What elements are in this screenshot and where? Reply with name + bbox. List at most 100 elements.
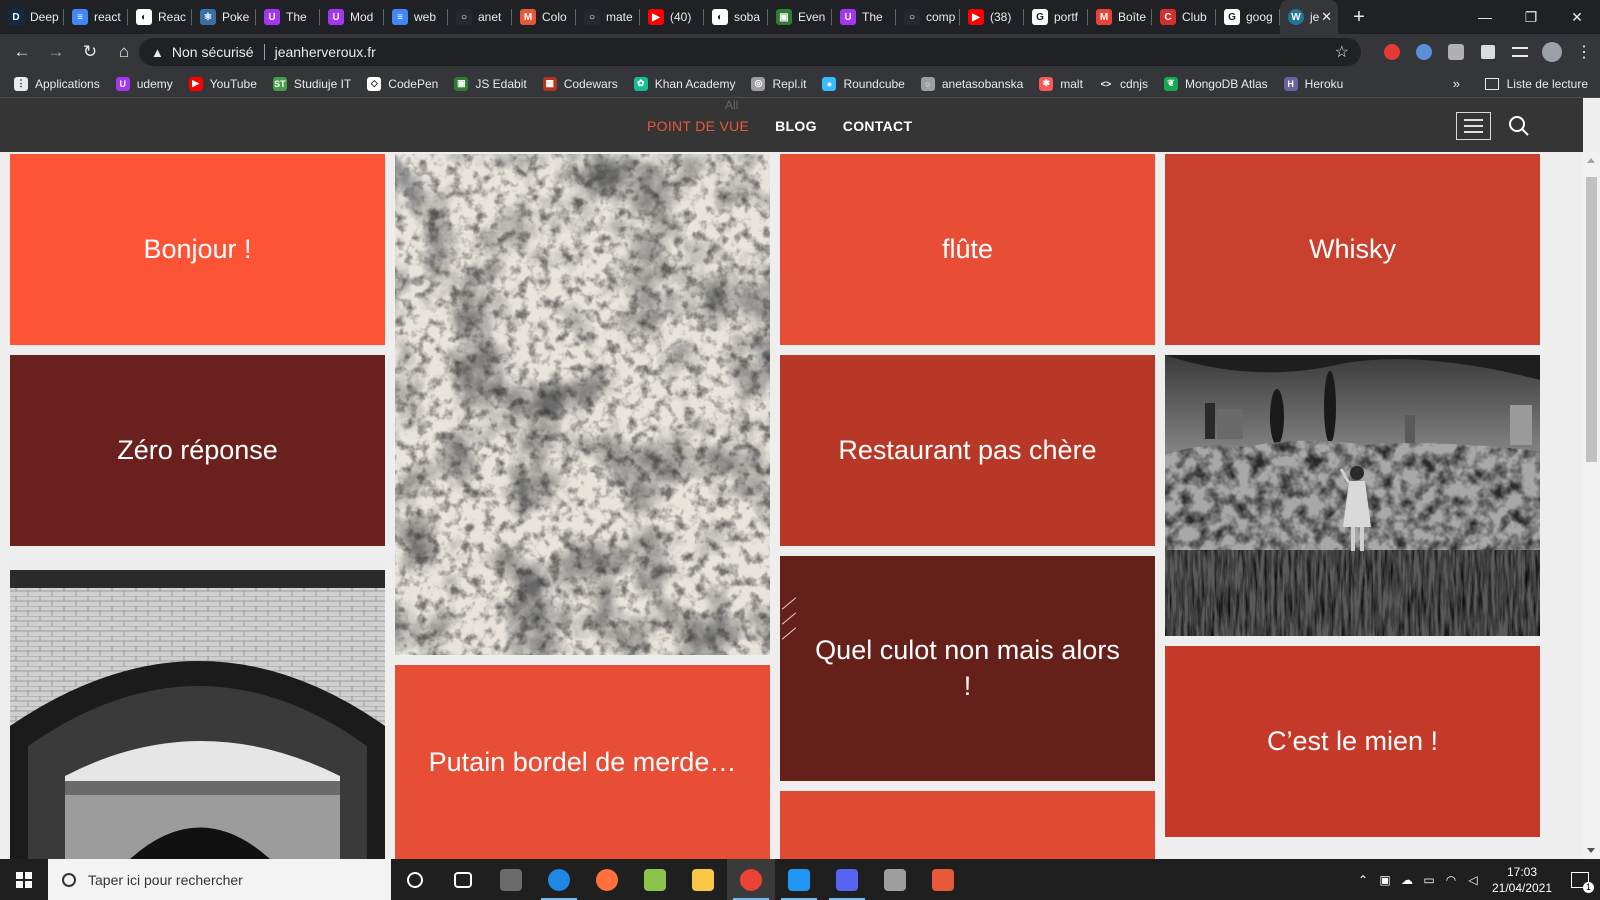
- minimize-button[interactable]: —: [1462, 0, 1508, 34]
- taskbar-search-box[interactable]: Taper ici pour rechercher: [48, 859, 391, 900]
- address-bar[interactable]: ▲ Non sécurisé jeanherveroux.fr ☆: [139, 38, 1361, 66]
- taskbar-app-chrome[interactable]: [727, 859, 775, 900]
- reading-list-button[interactable]: Liste de lecture: [1484, 77, 1588, 91]
- bookmark-item[interactable]: ◇ CodePen: [367, 76, 438, 91]
- tab[interactable]: ▶ (38): [960, 0, 1024, 34]
- taskbar-app-firefox[interactable]: [583, 859, 631, 900]
- close-window-button[interactable]: ✕: [1554, 0, 1600, 34]
- bookmark-item[interactable]: ❦ MongoDB Atlas: [1163, 76, 1268, 91]
- adblock-extension-icon[interactable]: [1376, 34, 1408, 70]
- volume-icon[interactable]: ◁: [1462, 873, 1484, 887]
- puzzle-extensions-icon[interactable]: [1472, 34, 1504, 70]
- new-tab-button[interactable]: +: [1344, 2, 1374, 32]
- battery-icon[interactable]: ▭: [1418, 873, 1440, 887]
- taskbar-app-audio[interactable]: [919, 859, 967, 900]
- tab[interactable]: ⚛ Poke: [192, 0, 256, 34]
- post-tile-restaurant[interactable]: Restaurant pas chère: [780, 355, 1155, 546]
- taskbar-app-vscode[interactable]: [775, 859, 823, 900]
- home-button[interactable]: ⌂: [108, 36, 140, 68]
- bookmark-item[interactable]: ▣ JS Edabit: [454, 76, 527, 91]
- taskbar-app-photos[interactable]: [871, 859, 919, 900]
- girl-by-wall-photo[interactable]: [1165, 355, 1540, 636]
- bookmark-item[interactable]: ST Studiuje IT: [272, 76, 351, 91]
- restore-button[interactable]: ❐: [1508, 0, 1554, 34]
- tab[interactable]: ≡ react: [64, 0, 128, 34]
- tab[interactable]: ▶ (40): [640, 0, 704, 34]
- post-tile-mien[interactable]: C’est le mien !: [1165, 646, 1540, 837]
- filter-all-hint[interactable]: All: [725, 98, 738, 112]
- tray-device-icon[interactable]: ▣: [1374, 873, 1396, 887]
- bookmark-item[interactable]: ✿ Khan Academy: [633, 76, 735, 91]
- wifi-icon[interactable]: ◠: [1440, 873, 1462, 887]
- bookmark-item[interactable]: ● Roundcube: [822, 76, 905, 91]
- cortana-button[interactable]: [391, 859, 439, 900]
- nav-link[interactable]: CONTACT: [843, 118, 913, 134]
- post-tile-zero-reponse[interactable]: Zéro réponse: [10, 355, 385, 546]
- post-tile-whisky[interactable]: Whisky: [1165, 154, 1540, 345]
- warning-icon[interactable]: ▲: [151, 45, 164, 60]
- scroll-up-arrow[interactable]: [1587, 158, 1595, 163]
- url-text[interactable]: jeanherveroux.fr: [275, 44, 376, 60]
- bookmark-item[interactable]: <> cdnjs: [1098, 76, 1148, 91]
- security-label[interactable]: Non sécurisé: [172, 44, 254, 60]
- bookmark-item[interactable]: ⋮ Applications: [14, 76, 100, 91]
- search-icon[interactable]: [1508, 115, 1530, 137]
- post-tile-putain[interactable]: Putain bordel de merde…: [395, 665, 770, 859]
- tab[interactable]: M Boîte: [1088, 0, 1152, 34]
- reload-button[interactable]: ↻: [74, 36, 106, 68]
- tab[interactable]: U The: [256, 0, 320, 34]
- bookmark-star-icon[interactable]: ☆: [1335, 42, 1349, 62]
- tab[interactable]: ▣ Even: [768, 0, 832, 34]
- bookmark-item[interactable]: ✱ malt: [1039, 76, 1083, 91]
- bookmark-item[interactable]: ▶ YouTube: [188, 76, 257, 91]
- taskbar-app-discord[interactable]: [823, 859, 871, 900]
- tab[interactable]: ◐ Reac: [128, 0, 192, 34]
- post-tile-culot[interactable]: Quel culot non mais alors !: [780, 556, 1155, 781]
- taskbar-app-task-view[interactable]: [439, 859, 487, 900]
- forward-button[interactable]: →: [40, 36, 72, 68]
- tab[interactable]: ○ comp: [896, 0, 960, 34]
- tab[interactable]: U The: [832, 0, 896, 34]
- taskbar-app-file-explorer[interactable]: [679, 859, 727, 900]
- taskbar-app-notepad-plus[interactable]: [631, 859, 679, 900]
- tab[interactable]: U Mod: [320, 0, 384, 34]
- scrollbar-thumb[interactable]: [1586, 177, 1597, 462]
- bookmark-item[interactable]: ○ anetasobanska: [920, 76, 1023, 91]
- stone-texture-photo[interactable]: [395, 154, 770, 655]
- close-icon[interactable]: ✕: [1321, 9, 1332, 25]
- tab[interactable]: C Club: [1152, 0, 1216, 34]
- bookmark-item[interactable]: ◎ Repl.it: [751, 76, 806, 91]
- post-tile-partial[interactable]: [780, 791, 1155, 859]
- page-scrollbar[interactable]: [1583, 152, 1600, 859]
- tab[interactable]: Gportf: [1024, 0, 1088, 34]
- taskbar-clock[interactable]: 17:03 21/04/2021: [1484, 864, 1560, 896]
- tab[interactable]: D Deep: [0, 0, 64, 34]
- bookmark-item[interactable]: ▦ Codewars: [542, 76, 618, 91]
- back-button[interactable]: ←: [6, 36, 38, 68]
- taskbar-app-edge[interactable]: [535, 859, 583, 900]
- post-tile-flute[interactable]: flûte: [780, 154, 1155, 345]
- hamburger-menu-button[interactable]: [1456, 112, 1491, 140]
- scroll-down-arrow[interactable]: [1587, 848, 1595, 853]
- extension-icon-2[interactable]: [1408, 34, 1440, 70]
- tab[interactable]: ◐ soba: [704, 0, 768, 34]
- menu-kebab-icon[interactable]: ⋮: [1568, 34, 1600, 70]
- nav-link[interactable]: POINT DE VUE: [647, 118, 749, 134]
- tab-active[interactable]: W je ✕: [1280, 0, 1338, 34]
- tray-chevron-icon[interactable]: ⌃: [1352, 873, 1374, 887]
- tab[interactable]: ○ mate: [576, 0, 640, 34]
- tab[interactable]: ○ anet: [448, 0, 512, 34]
- nav-link[interactable]: BLOG: [775, 118, 817, 134]
- notification-center-button[interactable]: 1: [1560, 859, 1600, 900]
- start-button[interactable]: [0, 859, 48, 900]
- bookmark-item[interactable]: H Heroku: [1283, 76, 1343, 91]
- tab[interactable]: M Colo: [512, 0, 576, 34]
- bookmark-item[interactable]: Uudemy: [115, 76, 173, 91]
- bookmarks-overflow-button[interactable]: »: [1453, 76, 1460, 91]
- tab[interactable]: Ggoog: [1216, 0, 1280, 34]
- taskbar-app-explorer-app[interactable]: [487, 859, 535, 900]
- media-control-icon[interactable]: [1504, 34, 1536, 70]
- extension-icon-3[interactable]: [1440, 34, 1472, 70]
- post-tile-bonjour[interactable]: Bonjour !: [10, 154, 385, 345]
- profile-avatar[interactable]: [1536, 34, 1568, 70]
